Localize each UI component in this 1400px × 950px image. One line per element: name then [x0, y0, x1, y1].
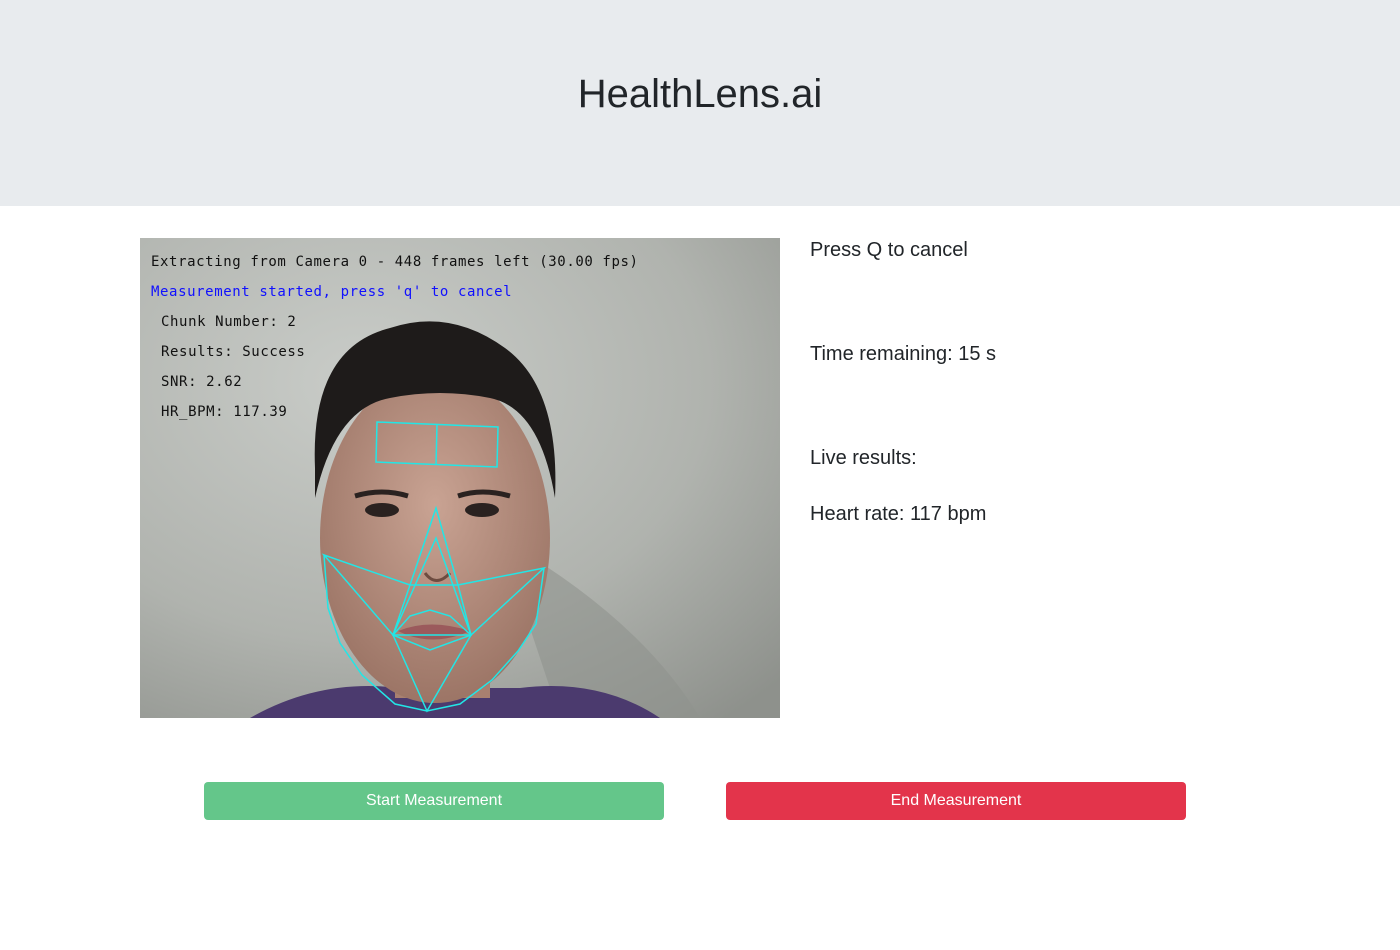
camera-feed: Extracting from Camera 0 - 448 frames le… — [140, 238, 780, 718]
right-eye — [465, 503, 499, 517]
live-results-label: Live results: — [810, 447, 917, 469]
end-measurement-button[interactable]: End Measurement — [726, 782, 1186, 820]
time-remaining: Time remaining: 15 s — [810, 343, 996, 365]
cancel-hint: Press Q to cancel — [810, 239, 968, 261]
page-header: HealthLens.ai — [0, 0, 1400, 206]
measurement-status-text: Measurement started, press 'q' to cancel — [151, 284, 513, 300]
chunk-number-text: Chunk Number: 2 — [161, 314, 297, 330]
camera-status-text: Extracting from Camera 0 - 448 frames le… — [151, 254, 639, 270]
forehead-divider — [435, 423, 438, 466]
start-measurement-button[interactable]: Start Measurement — [204, 782, 664, 820]
left-eye — [365, 503, 399, 517]
results-text: Results: Success — [161, 344, 306, 360]
snr-text: SNR: 2.62 — [161, 374, 243, 390]
app-title: HealthLens.ai — [577, 72, 823, 116]
heart-rate-value: Heart rate: 117 bpm — [810, 503, 987, 525]
hr-bpm-text: HR_BPM: 117.39 — [161, 404, 288, 420]
camera-frame — [140, 238, 780, 718]
